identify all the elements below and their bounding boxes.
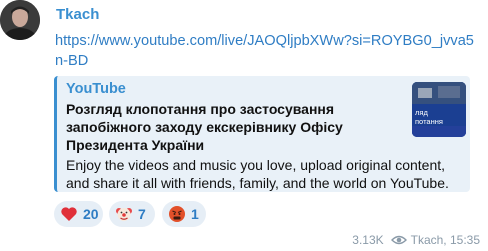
message-bubble: Tkach https://www.youtube.com/live/JAOQl… [48,0,488,251]
preview-site-name: YouTube [66,81,126,97]
message-signature: Tkach, 15:35 [410,233,480,247]
view-count: 3.13K [352,233,384,247]
preview-thumbnail[interactable]: ляд потання [412,82,466,137]
reaction-count: 20 [83,206,99,222]
reaction-clown[interactable]: 7 [109,201,155,227]
message-link[interactable]: https://www.youtube.com/live/JAOQljpbXWw… [55,31,475,71]
reaction-angry[interactable]: 1 [162,201,206,227]
clown-icon [115,205,133,223]
author-name[interactable]: Tkach [56,6,99,23]
preview-description: Enjoy the videos and music you love, upl… [66,157,449,191]
thumbnail-caption: ляд потання [415,108,443,126]
heart-icon [60,205,78,223]
link-preview[interactable]: YouTube Розгляд клопотання про застосува… [54,76,470,192]
reaction-count: 1 [191,206,199,222]
message-meta: 3.13K Tkach, 15:35 [352,232,480,248]
angry-face-icon [168,205,186,223]
reaction-count: 7 [138,206,146,222]
eye-icon [390,234,407,246]
reaction-heart[interactable]: 20 [54,201,103,227]
preview-title: Розгляд клопотання про застосування запо… [66,101,343,153]
avatar[interactable] [0,0,40,40]
